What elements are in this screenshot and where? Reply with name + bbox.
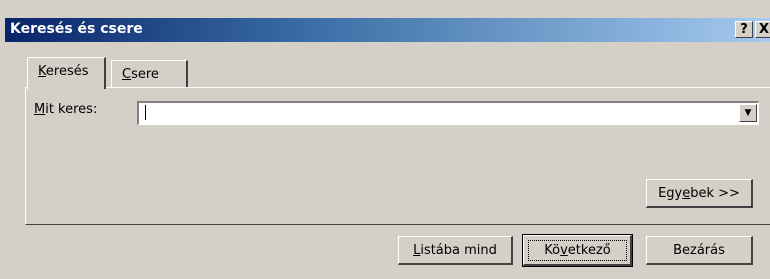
close-button[interactable]: Bezárás [646, 236, 753, 265]
tab-replace-mnemonic: C [122, 67, 132, 82]
find-what-mnemonic: M [34, 102, 46, 117]
find-next-label: Következő [544, 243, 610, 258]
find-replace-dialog: Keresés és csere ? X Keresés Csere Mit k… [0, 0, 770, 279]
tab-find[interactable]: Keresés [27, 57, 106, 89]
close-icon[interactable]: X [755, 21, 770, 38]
find-all-post: istába mind [420, 242, 497, 258]
more-button[interactable]: Egyebek >> [646, 179, 753, 208]
tab-find-mnemonic: K [38, 64, 46, 79]
find-what-combobox[interactable]: ▼ [137, 101, 759, 125]
text-cursor [145, 105, 146, 120]
find-what-label: Mit keres: [34, 102, 97, 117]
title-bar[interactable]: Keresés és csere ? X [5, 18, 770, 42]
tab-replace[interactable]: Csere [111, 60, 188, 87]
find-next-post: etkező [567, 243, 611, 258]
find-all-button[interactable]: Listába mind [398, 236, 513, 265]
find-what-input[interactable] [142, 104, 732, 122]
tab-replace-label: sere [131, 67, 159, 82]
more-post: bek >> [690, 185, 740, 201]
help-button[interactable]: ? [735, 21, 753, 38]
find-next-pre: Kö [544, 243, 561, 258]
more-pre: Egy [658, 185, 683, 201]
dropdown-arrow-icon[interactable]: ▼ [739, 104, 757, 122]
find-next-mnemonic: v [560, 243, 568, 258]
tab-find-label: eresés [45, 64, 89, 79]
find-what-text: it keres: [45, 102, 98, 117]
find-next-button[interactable]: Következő [522, 234, 633, 267]
window-title: Keresés és csere [10, 21, 143, 37]
